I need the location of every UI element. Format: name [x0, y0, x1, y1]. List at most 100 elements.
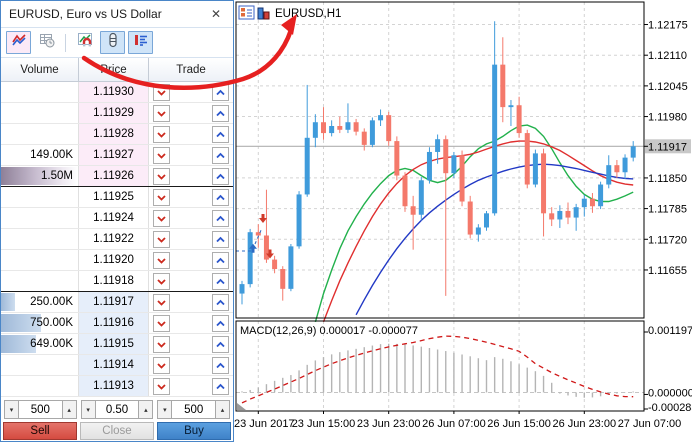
macd-indicator: [237, 336, 633, 410]
bars-mini-icon: [258, 8, 263, 19]
price-cell[interactable]: 1.11915: [79, 334, 149, 354]
price-cell[interactable]: 1.11930: [79, 82, 149, 102]
dom-row: 1.11929: [1, 103, 233, 124]
sell-at-price-button[interactable]: [153, 357, 170, 374]
chart-symbol-label: EURUSD,H1: [275, 8, 341, 20]
increment-button[interactable]: ▴: [138, 400, 153, 419]
macd-label-group: MACD(12,26,9) 0.000017 -0.000077: [240, 325, 418, 337]
time-axis: 23 Jun 201723 Jun 15:0023 Jun 23:0026 Ju…: [234, 411, 681, 430]
price-cell[interactable]: 1.11929: [79, 103, 149, 123]
buy-at-price-button[interactable]: [212, 168, 229, 185]
sell-at-price-button[interactable]: [153, 231, 170, 248]
volume-bar: [1, 293, 15, 311]
price-cell[interactable]: 1.11920: [79, 250, 149, 270]
buy-button[interactable]: Buy: [157, 422, 231, 440]
sell-at-price-button[interactable]: [153, 84, 170, 101]
price-deviation-stepper: ▾0.50▴: [81, 400, 154, 419]
increment-button[interactable]: ▴: [215, 400, 230, 419]
close-position-button[interactable]: Close: [80, 422, 154, 440]
stepper-value[interactable]: 0.50: [96, 400, 139, 419]
depth-ladder-button[interactable]: [100, 31, 125, 54]
trade-cell: [149, 103, 233, 123]
sell-at-price-button[interactable]: [153, 294, 170, 311]
sell-at-price-button[interactable]: [153, 105, 170, 122]
trade-cell: [149, 313, 233, 333]
sell-at-price-button[interactable]: [153, 273, 170, 290]
svg-text:1.12175: 1.12175: [648, 20, 688, 32]
buy-at-price-button[interactable]: [212, 294, 229, 311]
sell-at-price-button[interactable]: [153, 378, 170, 395]
close-icon[interactable]: ✕: [207, 6, 225, 22]
tick-chart-button[interactable]: [6, 31, 31, 54]
sell-at-price-button[interactable]: [153, 168, 170, 185]
price-cell[interactable]: 1.11927: [79, 145, 149, 165]
price-cell[interactable]: 1.11918: [79, 271, 149, 291]
buy-at-price-button[interactable]: [212, 210, 229, 227]
dom-row: 1.50M1.11926: [1, 166, 233, 187]
sell-volume-stepper: ▾500▴: [4, 400, 77, 419]
price-cell[interactable]: 1.11917: [79, 292, 149, 312]
buy-at-price-button[interactable]: [212, 336, 229, 353]
trade-cell: [149, 334, 233, 354]
buy-at-price-button[interactable]: [212, 189, 229, 206]
sell-at-price-button[interactable]: [153, 210, 170, 227]
buy-at-price-button[interactable]: [212, 84, 229, 101]
buy-at-price-button[interactable]: [212, 378, 229, 395]
decrement-button[interactable]: ▾: [81, 400, 96, 419]
svg-text:-0.000283: -0.000283: [648, 402, 692, 414]
sell-at-price-button[interactable]: [153, 252, 170, 269]
svg-text:1.12110: 1.12110: [648, 50, 687, 62]
depth-of-market-panel: EURUSD, Euro vs US Dollar ✕ VolumePriceT…: [0, 0, 234, 442]
price-cell[interactable]: 1.11922: [79, 229, 149, 249]
price-cell[interactable]: 1.11926: [79, 166, 149, 186]
svg-text:0.001197: 0.001197: [648, 325, 692, 337]
volume-cell: 649.00K: [1, 334, 79, 354]
volume-cell: [1, 229, 79, 249]
buy-at-price-button[interactable]: [212, 147, 229, 164]
stepper-value[interactable]: 500: [19, 400, 62, 419]
chart-magnet-button[interactable]: [72, 31, 97, 54]
buy-at-price-button[interactable]: [212, 315, 229, 332]
price-cell[interactable]: 1.11924: [79, 208, 149, 228]
svg-text:27 Jun 07:00: 27 Jun 07:00: [618, 418, 682, 430]
trade-cell: [149, 271, 233, 291]
buy-at-price-button[interactable]: [212, 252, 229, 269]
sell-at-price-button[interactable]: [153, 315, 170, 332]
dom-row: 1.11913: [1, 376, 233, 397]
candles-layer: [240, 21, 636, 304]
svg-text:26 Jun 15:00: 26 Jun 15:00: [487, 418, 551, 430]
sell-at-price-button[interactable]: [153, 147, 170, 164]
sell-at-price-button[interactable]: [153, 336, 170, 353]
decrement-button[interactable]: ▾: [157, 400, 172, 419]
volume-profile-button[interactable]: [128, 31, 153, 54]
quotes-table-button[interactable]: [34, 31, 59, 54]
buy-at-price-button[interactable]: [212, 231, 229, 248]
tick-chart-icon: [11, 32, 27, 53]
price-chart[interactable]: 1.121751.121101.120451.119801.118501.117…: [234, 0, 692, 442]
buy-at-price-button[interactable]: [212, 105, 229, 122]
buy-at-price-button[interactable]: [212, 357, 229, 374]
sell-at-price-button[interactable]: [153, 189, 170, 206]
price-cell[interactable]: 1.11914: [79, 355, 149, 375]
price-cell[interactable]: 1.11913: [79, 376, 149, 396]
current-price-label: 1.11917: [648, 141, 687, 153]
column-header-price: Price: [79, 58, 149, 81]
dom-title: EURUSD, Euro vs US Dollar: [9, 7, 207, 21]
buy-at-price-button[interactable]: [212, 273, 229, 290]
buy-at-price-button[interactable]: [212, 126, 229, 143]
sell-at-price-button[interactable]: [153, 126, 170, 143]
volume-cell: [1, 250, 79, 270]
dom-row: 1.11930: [1, 82, 233, 103]
decrement-button[interactable]: ▾: [4, 400, 19, 419]
price-cell[interactable]: 1.11928: [79, 124, 149, 144]
svg-text:1.11655: 1.11655: [648, 265, 687, 277]
price-cell[interactable]: 1.11925: [79, 187, 149, 207]
price-cell[interactable]: 1.11916: [79, 313, 149, 333]
sell-button[interactable]: Sell: [3, 422, 77, 440]
price-axis: 1.121751.121101.120451.119801.118501.117…: [644, 20, 691, 277]
svg-text:1.12045: 1.12045: [648, 81, 688, 93]
chart-panel[interactable]: 1.121751.121101.120451.119801.118501.117…: [234, 0, 692, 442]
trade-cell: [149, 229, 233, 249]
increment-button[interactable]: ▴: [62, 400, 77, 419]
stepper-value[interactable]: 500: [172, 400, 215, 419]
